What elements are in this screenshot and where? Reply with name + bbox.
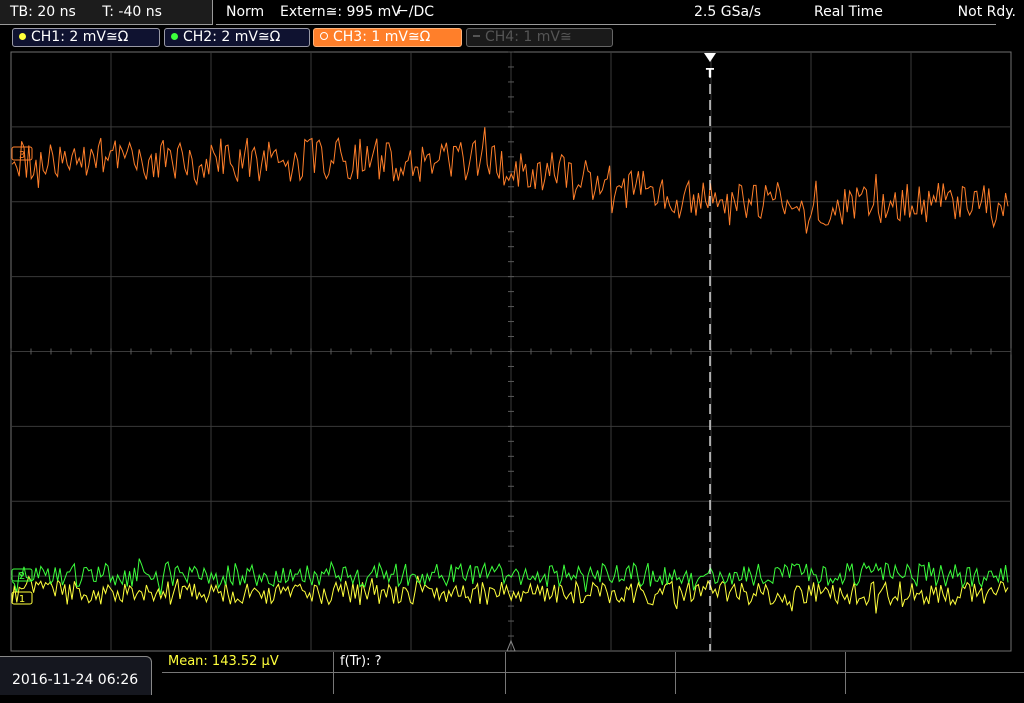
measurement-panel[interactable]: Mean: 143.52 µV f(Tr): ?: [162, 652, 1024, 695]
measurement-cell-empty-8[interactable]: [846, 673, 1024, 694]
trigger-mode-label: Norm: [226, 4, 265, 20]
trigger-source-label: Extern≅: 995 mV: [280, 4, 401, 20]
measurement-cell-empty-5[interactable]: [334, 673, 506, 694]
status-bar: TB: 20 ns T: -40 ns Norm Extern≅: 995 mV…: [0, 0, 1024, 25]
channel-3-label: CH3: 1 mV≅Ω: [333, 29, 431, 45]
trigger-info-bar[interactable]: Norm Extern≅: 995 mV ⌐/DC 2.5 GSa/s Real…: [216, 0, 996, 25]
measurement-cell-ftr[interactable]: f(Tr): ?: [334, 652, 506, 673]
ch2-marker-label: 2: [19, 571, 25, 582]
ch1-indicator-icon: [19, 33, 26, 40]
timebase-box[interactable]: TB: 20 ns T: -40 ns: [0, 0, 213, 25]
ch3-marker-label: 3: [19, 150, 25, 161]
measurement-cell-empty-6[interactable]: [506, 673, 676, 694]
channel-2-label: CH2: 2 mV≅Ω: [183, 29, 281, 45]
channel-bar: CH1: 2 mV≅Ω CH2: 2 mV≅Ω CH3: 1 mV≅Ω CH4:…: [0, 25, 1024, 50]
trigger-slope-label: ⌐/DC: [397, 4, 435, 20]
ch4-indicator-icon: [473, 35, 480, 37]
measurement-cell-empty-4[interactable]: [162, 673, 334, 694]
measurement-cell-mean[interactable]: Mean: 143.52 µV: [162, 652, 334, 673]
datetime-display: 2016-11-24 06:26: [0, 656, 152, 695]
ch2-indicator-icon: [171, 33, 178, 40]
measurement-cell-empty-2[interactable]: [676, 652, 846, 673]
waveform-display[interactable]: T 3 2 1: [0, 50, 1024, 652]
channel-4-label: CH4: 1 mV≅: [485, 29, 572, 45]
ch3-indicator-icon: [320, 32, 328, 40]
measurement-cell-empty-7[interactable]: [676, 673, 846, 694]
measurement-cell-empty-1[interactable]: [506, 652, 676, 673]
channel-1-button[interactable]: CH1: 2 mV≅Ω: [12, 28, 160, 47]
channel-4-button[interactable]: CH4: 1 mV≅: [466, 28, 613, 47]
sample-rate-label: 2.5 GSa/s: [694, 4, 762, 20]
channel-3-button[interactable]: CH3: 1 mV≅Ω: [313, 28, 462, 47]
measurement-cell-empty-3[interactable]: [846, 652, 1024, 673]
trigger-time-label: T: -40 ns: [102, 4, 162, 20]
timebase-label: TB: 20 ns: [10, 4, 76, 20]
mean-measurement: Mean: 143.52 µV: [168, 654, 279, 669]
ftr-measurement: f(Tr): ?: [340, 654, 382, 669]
channel-2-button[interactable]: CH2: 2 mV≅Ω: [164, 28, 310, 47]
ch1-marker-label: 1: [19, 594, 25, 605]
channel-1-label: CH1: 2 mV≅Ω: [31, 29, 129, 45]
acquisition-mode-label: Real Time: [814, 4, 883, 20]
trigger-marker-label: T: [706, 66, 715, 80]
run-state-label: Not Rdy.: [957, 4, 1016, 20]
